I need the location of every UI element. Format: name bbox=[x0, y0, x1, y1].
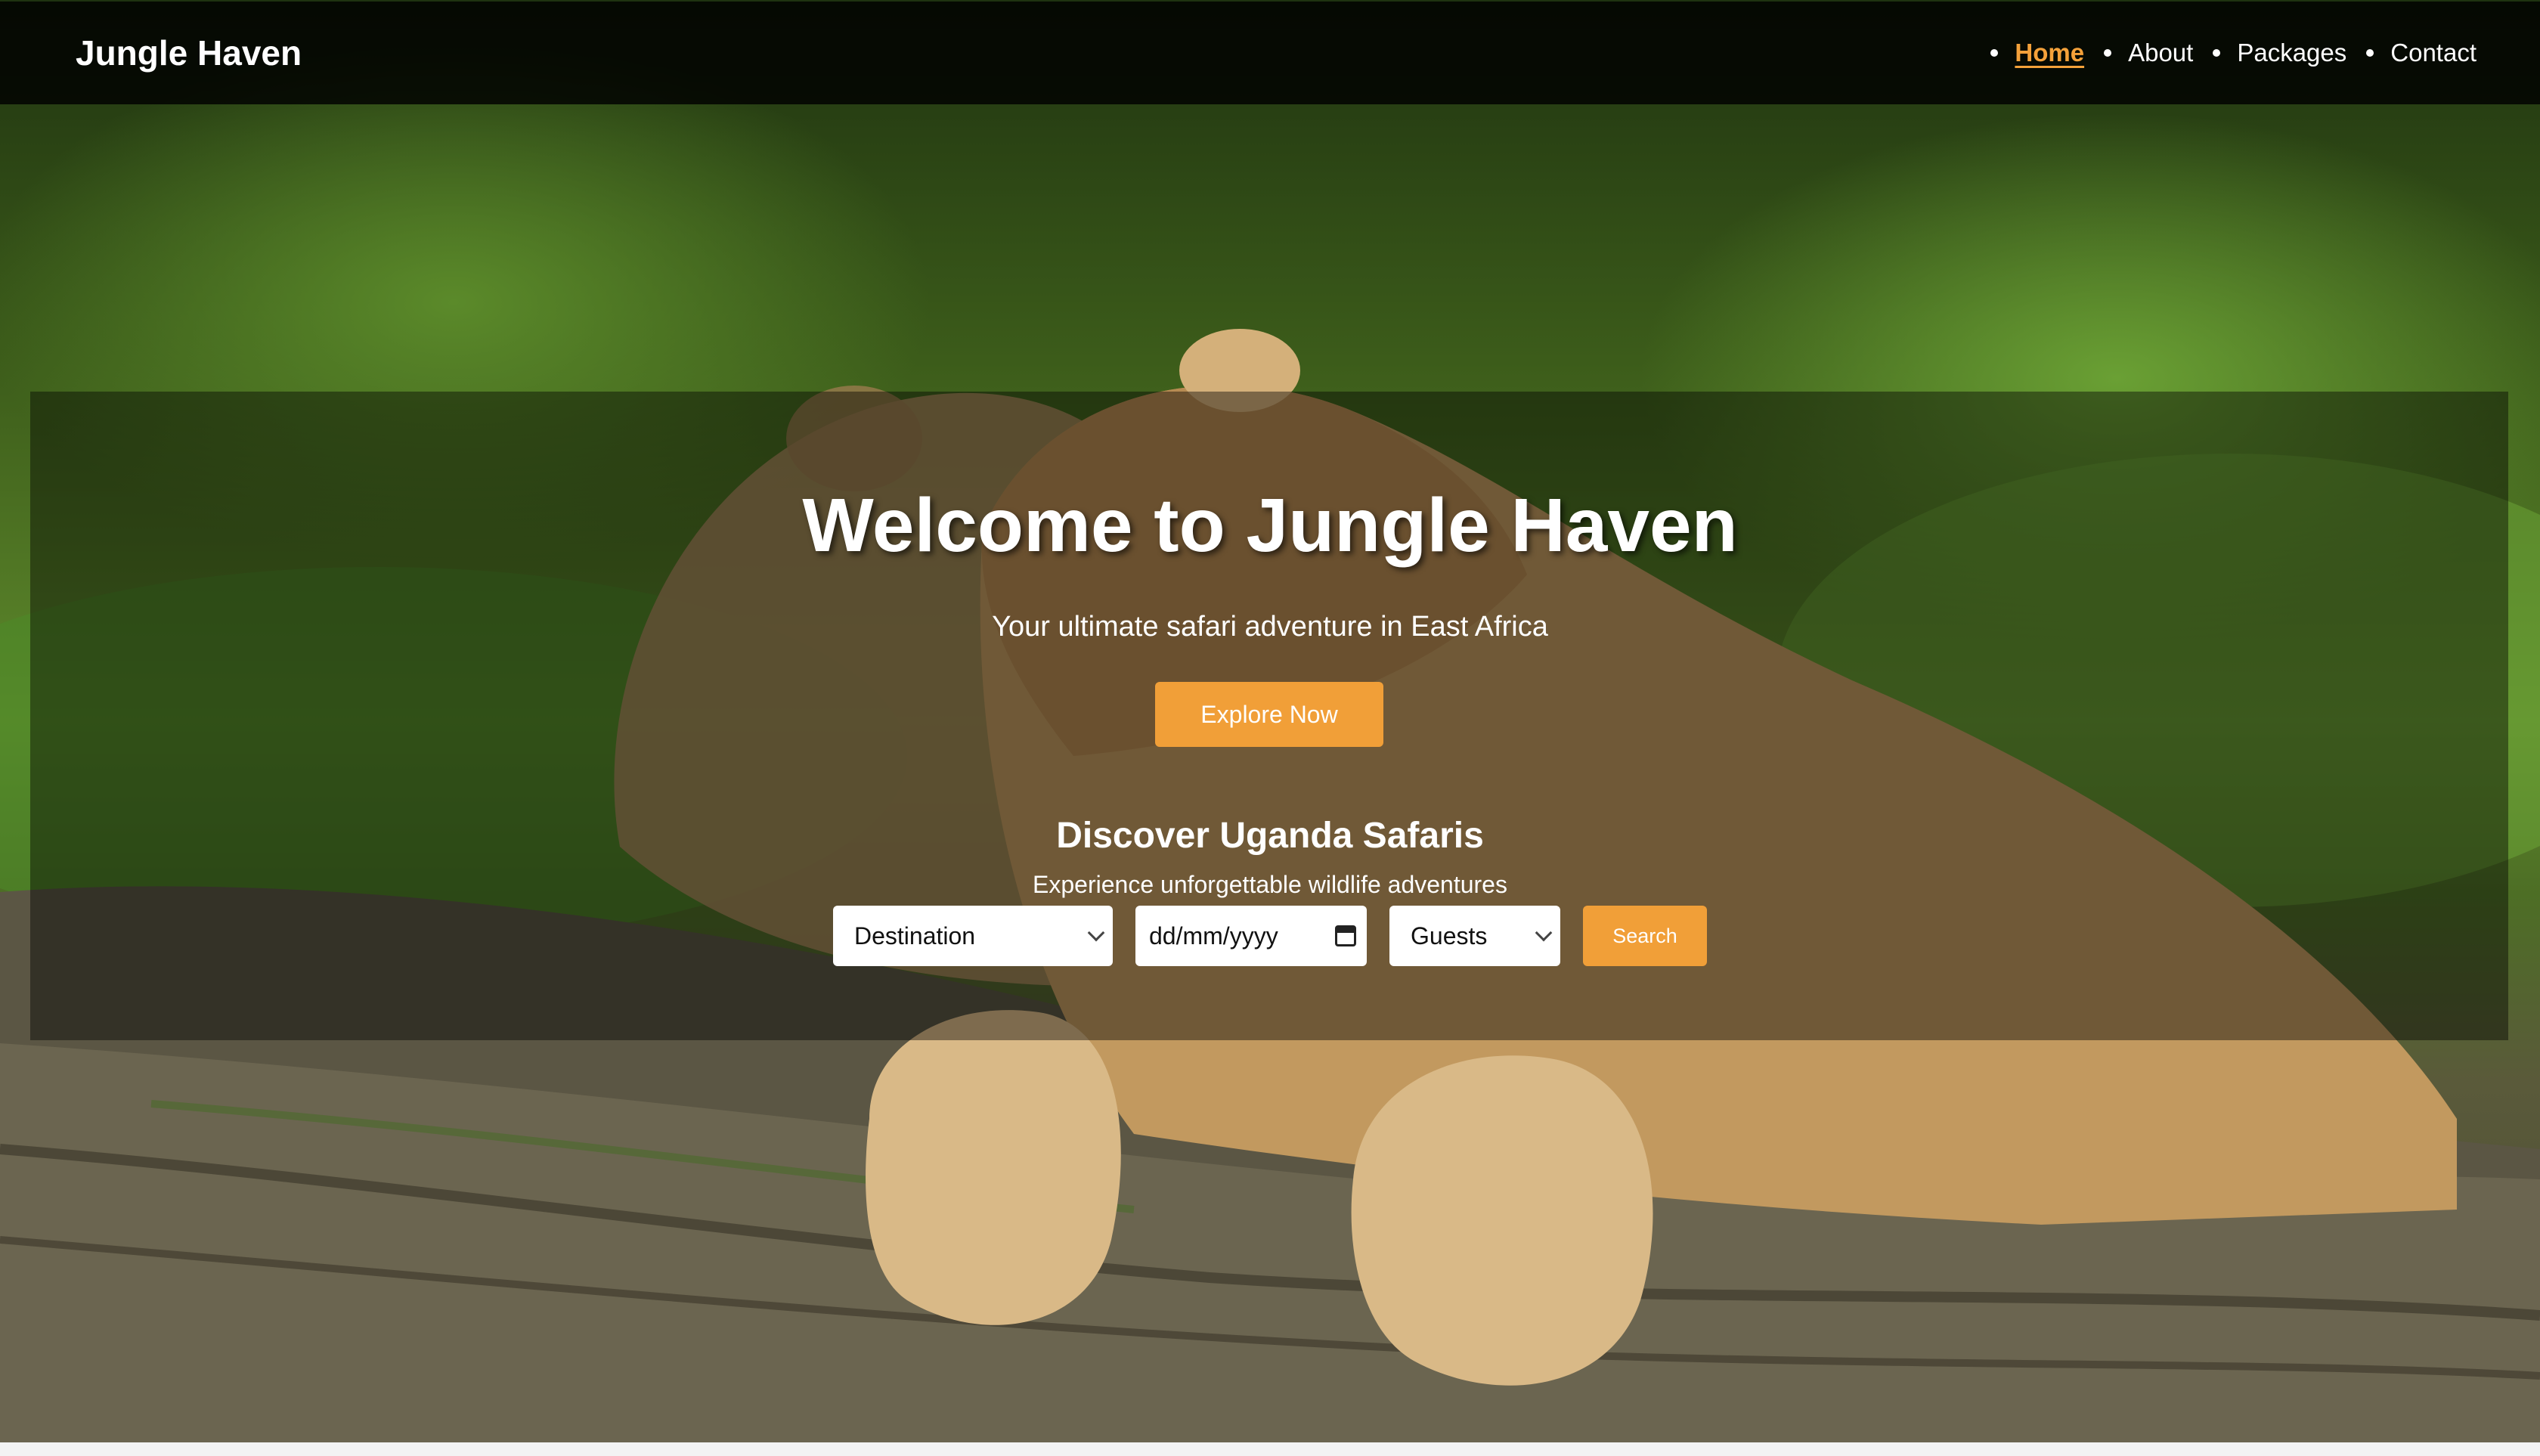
navbar: Jungle Haven Home About Packages Contact bbox=[0, 2, 2540, 104]
brand-logo[interactable]: Jungle Haven bbox=[76, 33, 302, 73]
nav-link-contact[interactable]: Contact bbox=[2390, 39, 2476, 67]
guests-select[interactable]: Guests bbox=[1389, 906, 1560, 966]
destination-select-value: Destination bbox=[854, 922, 976, 949]
nav-link-home[interactable]: Home bbox=[2015, 39, 2084, 67]
nav-item-packages: Packages bbox=[2213, 39, 2346, 67]
nav-item-contact: Contact bbox=[2366, 39, 2476, 67]
hero-title: Welcome to Jungle Haven bbox=[802, 483, 1738, 568]
chevron-down-icon bbox=[1087, 924, 1105, 942]
chevron-down-icon bbox=[1535, 924, 1553, 942]
nav-item-about: About bbox=[2104, 39, 2193, 67]
destination-select[interactable]: Destination bbox=[833, 906, 1113, 966]
hero-subtitle: Your ultimate safari adventure in East A… bbox=[992, 611, 1548, 643]
page: Jungle Haven Home About Packages Contact… bbox=[0, 0, 2540, 1456]
explore-now-button[interactable]: Explore Now bbox=[1155, 682, 1383, 747]
search-section-subtitle: Experience unforgettable wildlife advent… bbox=[1033, 871, 1507, 898]
calendar-icon[interactable] bbox=[1335, 925, 1356, 946]
date-input-placeholder: dd/mm/yyyy bbox=[1149, 922, 1278, 949]
date-input[interactable]: dd/mm/yyyy bbox=[1135, 906, 1367, 966]
nav-link-packages[interactable]: Packages bbox=[2237, 39, 2346, 67]
page-bottom-strip bbox=[0, 1442, 2540, 1456]
nav-links: Home About Packages Contact bbox=[1971, 39, 2476, 67]
nav-item-home: Home bbox=[1990, 39, 2084, 67]
search-section-title: Discover Uganda Safaris bbox=[1056, 816, 1484, 856]
guests-select-value: Guests bbox=[1411, 922, 1488, 949]
search-button[interactable]: Search bbox=[1583, 906, 1707, 966]
nav-link-about[interactable]: About bbox=[2128, 39, 2193, 67]
